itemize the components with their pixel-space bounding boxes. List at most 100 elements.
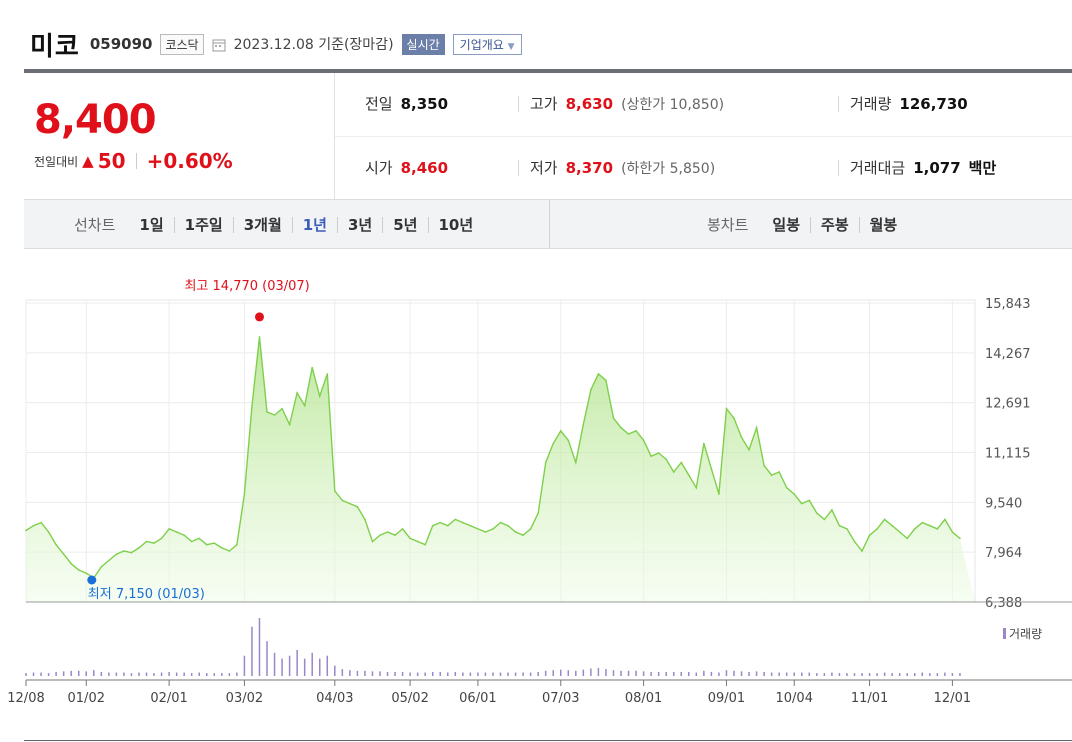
change-label: 전일대비 bbox=[34, 154, 79, 169]
price-point bbox=[605, 379, 607, 382]
price-point bbox=[499, 521, 502, 524]
lower-limit: (하한가 5,850) bbox=[621, 160, 716, 177]
price-point bbox=[823, 518, 826, 521]
price-point bbox=[529, 528, 532, 530]
tab-3y[interactable]: 3년 bbox=[337, 216, 382, 233]
company-overview-button[interactable]: 기업개요 ▼ bbox=[452, 33, 522, 55]
x-tick-label: 02/01 bbox=[150, 691, 187, 706]
price-point bbox=[846, 528, 848, 530]
price-point bbox=[484, 531, 487, 533]
price-point bbox=[672, 471, 675, 473]
price-point bbox=[808, 499, 811, 502]
prev-close-value: 8,350 bbox=[400, 94, 449, 113]
tab-1y[interactable]: 1년 bbox=[291, 216, 337, 233]
y-tick-label: 15,843 bbox=[985, 297, 1031, 312]
prev-close-label: 전일 bbox=[365, 95, 393, 113]
tab-10y[interactable]: 10년 bbox=[427, 216, 484, 233]
price-point bbox=[921, 521, 924, 524]
price-point bbox=[725, 407, 728, 410]
stat-high: 고가 8,630 (상한가 10,850) bbox=[530, 93, 724, 114]
price-point bbox=[386, 531, 389, 533]
price-point bbox=[251, 404, 253, 407]
x-tick-label: 12/08 bbox=[7, 691, 44, 706]
line-chart-label: 선차트 bbox=[74, 216, 116, 234]
line-chart-tabs: 선차트 1일 1주일 3개월 1년 3년 5년 10년 bbox=[74, 214, 483, 235]
x-tick-label: 05/02 bbox=[391, 691, 428, 706]
price-point bbox=[544, 461, 547, 464]
price-point bbox=[936, 528, 939, 530]
tab-1d[interactable]: 1일 bbox=[129, 217, 173, 233]
candle-chart-label: 봉차트 bbox=[707, 216, 749, 234]
realtime-button[interactable]: 실시간 bbox=[401, 33, 445, 55]
price-point bbox=[153, 542, 155, 544]
price-point bbox=[620, 426, 622, 429]
price-point bbox=[454, 518, 457, 521]
max-marker bbox=[254, 312, 264, 322]
market-tag: 코스닥 bbox=[160, 33, 204, 55]
price-point bbox=[213, 542, 216, 544]
price-point bbox=[228, 550, 231, 552]
chevron-down-icon: ▼ bbox=[507, 41, 515, 52]
tab-monthly[interactable]: 월봉 bbox=[858, 216, 908, 233]
tab-5y[interactable]: 5년 bbox=[382, 216, 427, 233]
price-point bbox=[755, 426, 758, 429]
volume-label: 거래량 bbox=[850, 95, 892, 113]
price-point bbox=[838, 524, 841, 527]
price-point bbox=[198, 537, 201, 540]
price-point bbox=[951, 531, 954, 533]
price-point bbox=[288, 423, 291, 426]
price-point bbox=[559, 430, 562, 432]
price-point bbox=[409, 537, 411, 540]
y-tick-label: 14,267 bbox=[985, 347, 1031, 362]
price-point bbox=[687, 474, 690, 476]
tab-weekly[interactable]: 주봉 bbox=[810, 216, 859, 233]
price-box: 8,400 전일대비 ▲ 50 +0.60% bbox=[24, 73, 335, 199]
price-point bbox=[311, 366, 314, 369]
x-tick-label: 09/01 bbox=[708, 691, 745, 706]
row-divider bbox=[335, 136, 1072, 137]
candle-chart-tabs: 봉차트 일봉 주봉 월봉 bbox=[707, 214, 907, 235]
stat-open: 시가 8,460 bbox=[365, 157, 448, 178]
price-point bbox=[906, 537, 909, 540]
price-point bbox=[190, 540, 193, 543]
price-point bbox=[816, 512, 818, 514]
change-value: 50 bbox=[97, 149, 126, 173]
price-point bbox=[326, 373, 329, 375]
price-point bbox=[236, 543, 238, 546]
price-point bbox=[733, 417, 735, 420]
stat-divider bbox=[838, 160, 839, 176]
tab-3m[interactable]: 3개월 bbox=[232, 216, 292, 233]
price-point bbox=[32, 524, 35, 527]
price-point bbox=[303, 404, 306, 407]
open-value: 8,460 bbox=[400, 158, 449, 177]
price-point bbox=[831, 509, 833, 511]
stat-volume: 거래량 126,730 bbox=[850, 93, 968, 114]
price-point bbox=[680, 461, 683, 464]
tab-daily[interactable]: 일봉 bbox=[762, 217, 810, 233]
price-point bbox=[898, 531, 901, 533]
change-percent: +0.60% bbox=[146, 149, 233, 173]
stock-name: 미코 bbox=[30, 31, 80, 62]
price-point bbox=[364, 518, 366, 521]
price-point bbox=[514, 531, 517, 533]
upper-limit: (상한가 10,850) bbox=[621, 96, 725, 113]
volume-legend-label: 거래량 bbox=[1009, 627, 1042, 641]
price-chart[interactable]: 15,843 14,267 12,691 11,115 9,540 7,964 6,388 최… bbox=[0, 270, 1072, 710]
price-point bbox=[123, 550, 125, 552]
stat-trade-value: 거래대금 1,077 백만 bbox=[850, 157, 996, 178]
price-point bbox=[793, 493, 796, 495]
price-point bbox=[883, 518, 886, 521]
bottom-divider bbox=[24, 740, 1072, 741]
tab-1w[interactable]: 1주일 bbox=[173, 216, 233, 233]
calendar-icon bbox=[212, 37, 226, 52]
price-point bbox=[281, 407, 283, 410]
price-point bbox=[657, 452, 660, 454]
price-point bbox=[575, 461, 577, 464]
price-point bbox=[748, 449, 750, 451]
title-row: 미코 059090 코스닥 2023.12.08 기준(장마감) 실시간 기업개… bbox=[30, 24, 522, 64]
price-point bbox=[356, 505, 359, 508]
x-tick-label: 06/01 bbox=[459, 691, 496, 706]
price-point bbox=[439, 521, 442, 524]
low-label: 저가 bbox=[530, 159, 558, 177]
price-point bbox=[552, 442, 555, 445]
